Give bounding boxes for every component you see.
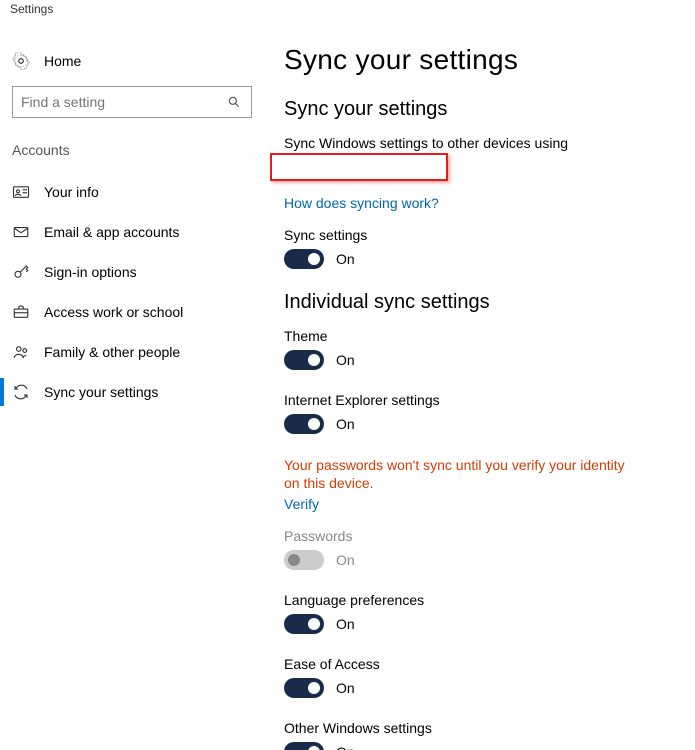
other-toggle[interactable] — [284, 742, 324, 750]
sidebar-item-label: Your info — [44, 184, 99, 200]
sidebar-item-sync-settings[interactable]: Sync your settings — [10, 372, 260, 412]
person-card-icon — [12, 183, 30, 201]
password-sync-warning: Your passwords won't sync until you veri… — [284, 456, 644, 492]
passwords-toggle — [284, 550, 324, 570]
search-icon — [225, 93, 243, 111]
language-label: Language preferences — [284, 592, 665, 608]
sync-description: Sync Windows settings to other devices u… — [284, 135, 665, 151]
sidebar-item-work-school[interactable]: Access work or school — [10, 292, 260, 332]
help-link[interactable]: How does syncing work? — [284, 195, 439, 211]
sidebar: Home Accounts Your info Email & app acco… — [0, 24, 260, 750]
sync-icon — [12, 383, 30, 401]
sidebar-item-signin-options[interactable]: Sign-in options — [10, 252, 260, 292]
passwords-state: On — [336, 552, 355, 568]
other-label: Other Windows settings — [284, 720, 665, 736]
search-field[interactable] — [21, 94, 225, 110]
main-panel: Sync your settings Sync your settings Sy… — [260, 24, 695, 750]
highlighted-account-box — [270, 153, 448, 181]
theme-state: On — [336, 352, 355, 368]
gear-icon — [12, 52, 30, 70]
ie-label: Internet Explorer settings — [284, 392, 665, 408]
sync-settings-toggle[interactable] — [284, 249, 324, 269]
sync-settings-state: On — [336, 251, 355, 267]
ease-toggle[interactable] — [284, 678, 324, 698]
window-titlebar: Settings — [0, 0, 695, 24]
key-icon — [12, 263, 30, 281]
sidebar-item-label: Sync your settings — [44, 384, 158, 400]
sidebar-item-label: Access work or school — [44, 304, 183, 320]
verify-link[interactable]: Verify — [284, 496, 319, 512]
ie-toggle[interactable] — [284, 414, 324, 434]
people-icon — [12, 343, 30, 361]
sidebar-item-label: Email & app accounts — [44, 224, 179, 240]
passwords-label: Passwords — [284, 528, 665, 544]
theme-toggle[interactable] — [284, 350, 324, 370]
ease-state: On — [336, 680, 355, 696]
sidebar-section-label: Accounts — [10, 136, 260, 172]
language-state: On — [336, 616, 355, 632]
briefcase-icon — [12, 303, 30, 321]
mail-icon — [12, 223, 30, 241]
sidebar-item-label: Sign-in options — [44, 264, 137, 280]
section-heading-sync: Sync your settings — [284, 98, 665, 121]
home-nav[interactable]: Home — [10, 44, 260, 82]
home-label: Home — [44, 53, 81, 69]
sidebar-item-email-accounts[interactable]: Email & app accounts — [10, 212, 260, 252]
language-toggle[interactable] — [284, 614, 324, 634]
ease-label: Ease of Access — [284, 656, 665, 672]
theme-label: Theme — [284, 328, 665, 344]
ie-state: On — [336, 416, 355, 432]
sidebar-item-your-info[interactable]: Your info — [10, 172, 260, 212]
window-title: Settings — [10, 2, 53, 16]
other-state: On — [336, 744, 355, 750]
sync-settings-label: Sync settings — [284, 227, 665, 243]
search-input[interactable] — [12, 86, 252, 118]
page-title: Sync your settings — [284, 44, 665, 76]
section-heading-individual: Individual sync settings — [284, 291, 665, 314]
sidebar-item-label: Family & other people — [44, 344, 180, 360]
sidebar-item-family[interactable]: Family & other people — [10, 332, 260, 372]
